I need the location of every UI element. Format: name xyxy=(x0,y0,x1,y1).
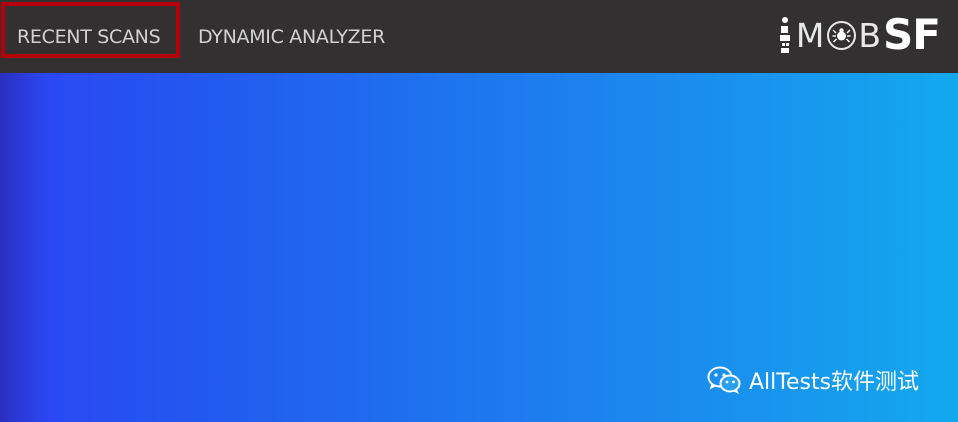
logo-mark-icon xyxy=(779,17,790,53)
nav-dynamic-analyzer-label: DYNAMIC ANALYZER xyxy=(198,25,386,48)
wechat-icon xyxy=(707,366,741,394)
nav-recent-scans-label: RECENT SCANS xyxy=(17,25,161,48)
nav-dynamic-analyzer[interactable]: DYNAMIC ANALYZER xyxy=(198,0,385,73)
watermark: AllTests软件测试 xyxy=(707,366,920,395)
logo-sf-text: SF xyxy=(883,10,941,59)
nav-recent-scans[interactable]: RECENT SCANS xyxy=(17,0,161,73)
logo-mob-text: M B xyxy=(795,15,883,55)
top-navbar: RECENT SCANS DYNAMIC ANALYZER M B SF xyxy=(0,0,958,73)
mobsf-logo[interactable]: M B SF xyxy=(778,10,941,60)
watermark-text: AllTests软件测试 xyxy=(749,370,920,395)
logo-bug-icon xyxy=(827,20,857,50)
